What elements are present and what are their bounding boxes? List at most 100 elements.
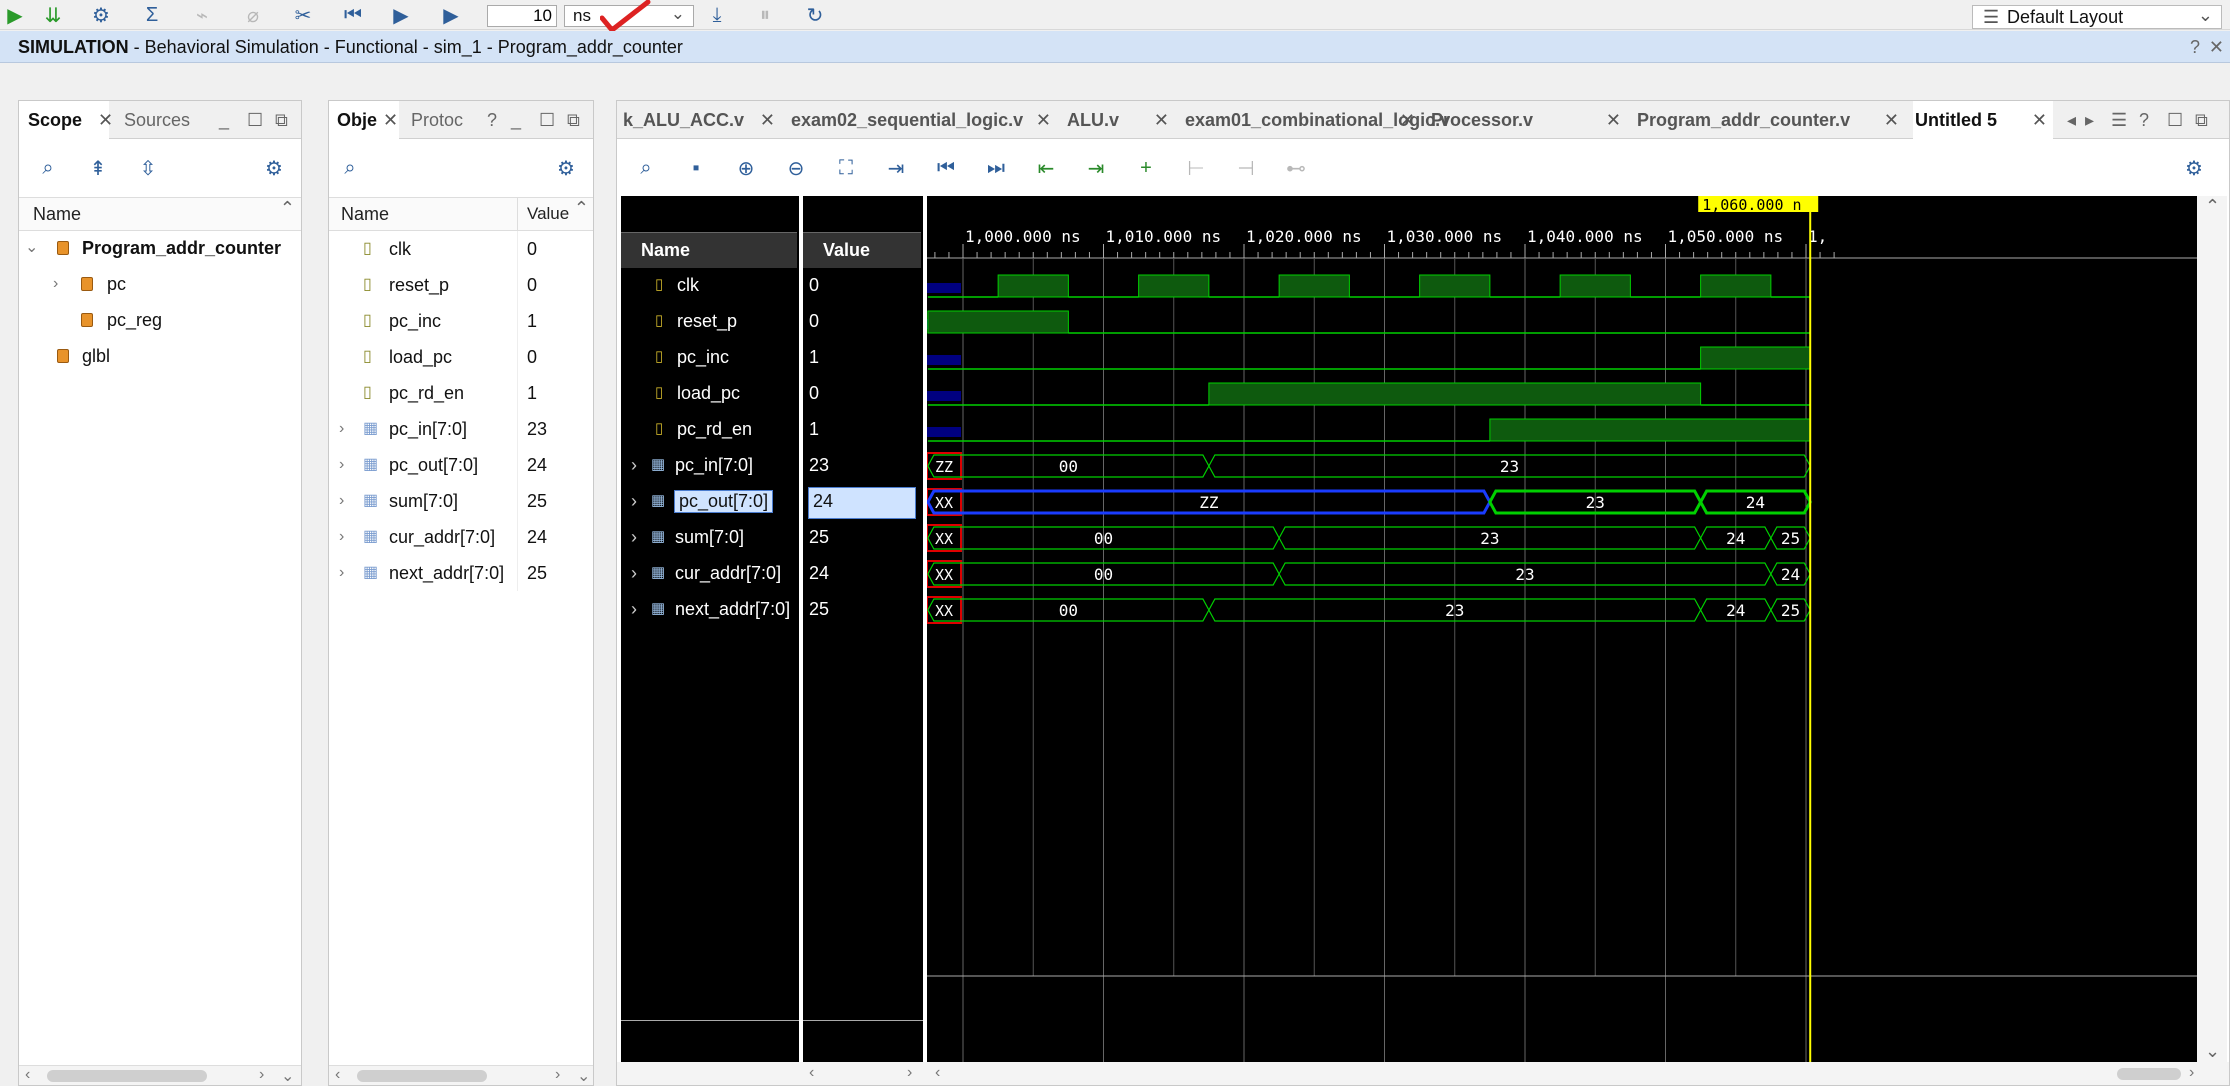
run-green-icon[interactable]: ▶ (0, 0, 30, 30)
wave-signal-row[interactable]: ▯ pc_inc (621, 341, 799, 377)
run-for-icon[interactable]: ▶ (436, 0, 466, 30)
scroll-up-icon[interactable]: ⌃ (574, 198, 589, 219)
scroll-left-icon[interactable]: ‹ (25, 1066, 30, 1084)
object-row[interactable]: ▯ load_pc 0 (329, 339, 593, 375)
object-row[interactable]: › ▦ sum[7:0] 25 (329, 483, 593, 519)
scroll-thumb[interactable] (47, 1070, 207, 1082)
col-divider[interactable] (517, 198, 518, 232)
chevron-right-icon[interactable]: › (53, 266, 58, 302)
pin-icon[interactable]: ✂ (288, 0, 318, 30)
run-all-icon[interactable]: ▶ (386, 0, 416, 30)
wave-signal-value-row[interactable]: 24 (803, 485, 921, 521)
close-icon[interactable]: ✕ (2209, 31, 2224, 63)
chevron-right-icon[interactable]: › (339, 483, 344, 519)
tab-objects[interactable]: Obje ✕ (329, 101, 399, 139)
object-row[interactable]: ▯ pc_inc 1 (329, 303, 593, 339)
tab-scope[interactable]: Scope ✕ (19, 101, 113, 139)
wave-vscrollbar[interactable]: ⌃ ⌄ (2197, 196, 2227, 1062)
scroll-down-icon[interactable]: ⌄ (281, 1066, 294, 1086)
add-marker-icon[interactable]: + (1131, 153, 1161, 183)
expand-all-icon[interactable]: ⇳ (133, 153, 163, 183)
help-icon[interactable]: ? (2190, 31, 2200, 63)
float-icon[interactable]: ⧉ (567, 101, 580, 139)
close-icon[interactable]: ✕ (2032, 101, 2047, 139)
goto-cursor-icon[interactable]: ⇥ (881, 153, 911, 183)
relaunch-icon[interactable]: ↻ (800, 0, 830, 30)
gear-icon[interactable]: ⚙ (2179, 153, 2209, 183)
float-icon[interactable]: ⧉ (275, 101, 288, 139)
wave-signal-row[interactable]: › ▦ sum[7:0] (621, 521, 799, 557)
wave-signal-row[interactable]: › ▦ next_addr[7:0] (621, 593, 799, 629)
scroll-down-icon[interactable]: ⌄ (2205, 1041, 2220, 1062)
chevron-right-icon[interactable]: › (631, 563, 637, 584)
save-icon[interactable]: ▪ (681, 153, 711, 183)
help-icon[interactable]: ? (487, 101, 497, 139)
search-icon[interactable]: ⌕ (33, 153, 63, 183)
go-start-icon[interactable]: ⏮ (931, 153, 961, 183)
chevron-right-icon[interactable]: › (631, 491, 637, 512)
waveform-canvas[interactable]: 1,000.000 ns 1,010.000 ns 1,020.000 ns 1,03… (927, 196, 2197, 1062)
wave-signal-value-row[interactable]: 1 (803, 341, 921, 377)
editor-tab[interactable]: Untitled 5 ✕ (1913, 101, 2053, 139)
editor-tab[interactable]: k_ALU_ACC.v ✕ (621, 101, 781, 139)
chevron-right-icon[interactable]: › (339, 519, 344, 555)
editor-tab[interactable]: exam02_sequential_logic.v ✕ (789, 101, 1057, 139)
wave-hscrollbar[interactable]: ‹ › ‹ › (617, 1062, 2229, 1085)
step-down-icon[interactable]: ⤓ (702, 0, 732, 30)
wave-signal-value-row[interactable]: 0 (803, 377, 921, 413)
chevron-right-icon[interactable]: › (339, 411, 344, 447)
tree-row-pc-reg[interactable]: pc_reg (19, 302, 301, 338)
close-icon[interactable]: ✕ (1154, 101, 1169, 139)
wave-signal-value-row[interactable]: 0 (803, 269, 921, 305)
object-row[interactable]: › ▦ next_addr[7:0] 25 (329, 555, 593, 591)
tab-list-icon[interactable]: ☰ (2111, 101, 2127, 139)
float-icon[interactable]: ⧉ (2195, 101, 2208, 139)
wave-signal-value-row[interactable]: 25 (803, 593, 921, 629)
wave-signal-row[interactable]: ▯ pc_rd_en (621, 413, 799, 449)
scroll-left-icon[interactable]: ‹ (935, 1064, 940, 1082)
zoom-out-icon[interactable]: ⊖ (781, 153, 811, 183)
object-row[interactable]: ▯ pc_rd_en 1 (329, 375, 593, 411)
wave-signal-value-row[interactable]: 0 (803, 305, 921, 341)
gear-icon[interactable]: ⚙ (551, 153, 581, 183)
chevron-right-icon[interactable]: › (339, 555, 344, 591)
tree-row-glbl[interactable]: glbl (19, 338, 301, 374)
object-row[interactable]: › ▦ pc_in[7:0] 23 (329, 411, 593, 447)
swap-cursors-icon[interactable]: ⊷ (1281, 153, 1311, 183)
close-icon[interactable]: ✕ (1884, 101, 1899, 139)
next-transition-icon[interactable]: ⇥ (1081, 153, 1111, 183)
wave-signal-value-row[interactable]: 25 (803, 521, 921, 557)
wave-signal-value-row[interactable]: 24 (803, 557, 921, 593)
wand-icon[interactable]: ⌁ (187, 0, 217, 30)
search-icon[interactable]: ⌕ (631, 153, 661, 183)
next-marker-icon[interactable]: ⊣ (1231, 153, 1261, 183)
close-icon[interactable]: ✕ (1606, 101, 1621, 139)
objects-hscrollbar[interactable]: ‹ › ⌄ (329, 1065, 593, 1085)
editor-tab[interactable]: Program_addr_counter.v ✕ (1635, 101, 1905, 139)
wave-signal-row[interactable]: ▯ reset_p (621, 305, 799, 341)
zoom-fit-icon[interactable]: ⛶ (831, 153, 861, 183)
scroll-left-icon[interactable]: ‹ (335, 1066, 340, 1084)
scroll-thumb[interactable] (2117, 1068, 2181, 1080)
close-icon[interactable]: ✕ (760, 101, 775, 139)
wave-signal-value-row[interactable]: 23 (803, 449, 921, 485)
editor-tab[interactable]: ALU.v ✕ (1065, 101, 1175, 139)
time-value-input[interactable] (487, 5, 557, 27)
wave-signal-row[interactable]: ▯ clk (621, 269, 799, 305)
scroll-thumb[interactable] (357, 1070, 487, 1082)
close-icon[interactable]: ✕ (1036, 101, 1051, 139)
chevron-right-icon[interactable]: › (339, 447, 344, 483)
editor-tab[interactable]: exam01_combinational_logic.v ✕ (1183, 101, 1450, 139)
scroll-up-icon[interactable]: ⌃ (280, 198, 295, 219)
chevron-right-icon[interactable]: › (631, 455, 637, 476)
scroll-right-icon[interactable]: › (259, 1066, 264, 1084)
sigma-icon[interactable]: Σ (137, 0, 167, 30)
scroll-right-icon[interactable]: › (555, 1066, 560, 1084)
scroll-down-icon[interactable]: ⌄ (577, 1066, 590, 1086)
wave-signal-value-row[interactable]: 1 (803, 413, 921, 449)
help-icon[interactable]: ? (2139, 101, 2149, 139)
minimize-icon[interactable]: _ (219, 101, 229, 139)
chevron-right-icon[interactable]: › (631, 527, 637, 548)
close-icon[interactable]: ✕ (383, 110, 398, 130)
maximize-icon[interactable]: ☐ (247, 101, 263, 139)
